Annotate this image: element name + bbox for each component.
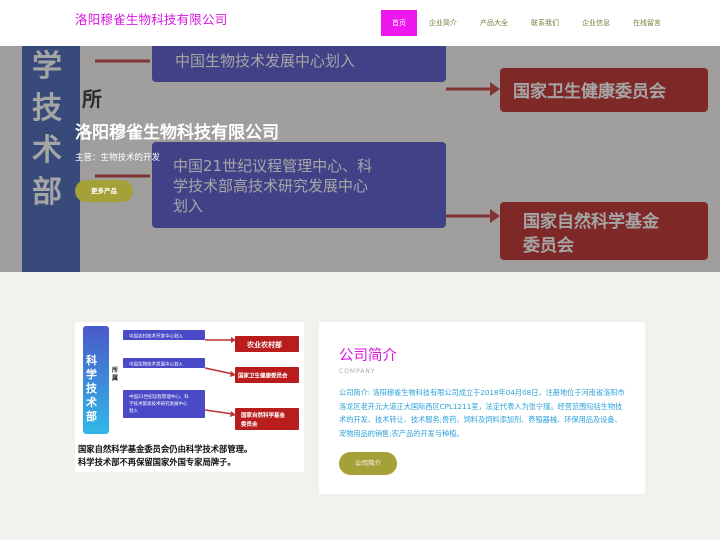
diagram-red1: 农业农村部 xyxy=(246,340,282,349)
diagram-col-char-4: 术 xyxy=(85,395,97,409)
diagram-blue3-l1: 中国21世纪议程管理中心、科 xyxy=(129,393,189,400)
nav-products[interactable]: 产品大全 xyxy=(469,10,519,36)
nav-company-intro[interactable]: 企业简介 xyxy=(418,10,468,36)
brand-name[interactable]: 洛阳穆雀生物科技有限公司 xyxy=(75,9,227,28)
nav-message[interactable]: 在线留言 xyxy=(622,10,672,36)
hero-subtitle: 主营：生物技术的开发 xyxy=(75,153,161,163)
nav-contact[interactable]: 联系我们 xyxy=(520,10,570,36)
diagram-col-char-3: 技 xyxy=(86,381,98,395)
about-card: 公司简介 COMPANY 公司简介: 洛阳穆雀生物科技有限公司成立于2018年0… xyxy=(319,322,645,494)
diagram-col-char-5: 部 xyxy=(86,409,97,423)
diagram-red3-l2: 委员会 xyxy=(241,420,258,428)
diagram-blue3-l2: 学技术部高技术研究发展中心 xyxy=(129,400,188,407)
diagram-red3-l1: 国家自然科学基金 xyxy=(241,411,286,419)
diagram-blue1: 中国农村技术开发中心划入 xyxy=(129,333,183,340)
about-subtitle-en: COMPANY xyxy=(339,368,376,375)
site-header: 洛阳穆雀生物科技有限公司 首页 企业简介 产品大全 联系我们 企业信息 在线留言 xyxy=(0,0,720,46)
diagram-sub-2: 属 xyxy=(112,374,118,382)
diagram-caption-2: 科学技术部不再保留国家外国专家局牌子。 xyxy=(78,457,236,467)
about-diagram-image: 科 学 技 术 部 所 属 中国农村技术开发中心划入 中国生物技术发展中心划入 … xyxy=(75,322,304,472)
nav-home[interactable]: 首页 xyxy=(381,10,417,36)
more-products-button[interactable]: 更多产品 xyxy=(75,180,133,202)
company-intro-button[interactable]: 公司简介 xyxy=(339,452,397,475)
diagram-blue2: 中国生物技术发展中心划入 xyxy=(129,361,183,368)
main-nav: 首页 企业简介 产品大全 联系我们 企业信息 在线留言 xyxy=(381,10,673,36)
about-description: 公司简介: 洛阳穆雀生物科技有限公司成立于2018年04月08日，注册地位于河南… xyxy=(339,388,625,438)
about-title: 公司简介 xyxy=(339,348,397,364)
hero-banner: 学 技 术 部 所 中国生物技术发展中心划入 中国21世纪议程管理中心、科 学技… xyxy=(0,46,720,272)
diagram-red2: 国家卫生健康委员会 xyxy=(238,372,288,380)
nav-company-info[interactable]: 企业信息 xyxy=(571,10,621,36)
diagram-blue3-l3: 划入 xyxy=(129,407,138,414)
hero-title: 洛阳穆雀生物科技有限公司 xyxy=(75,123,279,143)
diagram-caption-1: 国家自然科学基金委员会仍由科学技术部管理。 xyxy=(78,444,252,454)
diagram-sub-1: 所 xyxy=(112,366,118,374)
diagram-col-char-2: 学 xyxy=(86,367,97,381)
diagram-col-char-1: 科 xyxy=(86,353,97,367)
